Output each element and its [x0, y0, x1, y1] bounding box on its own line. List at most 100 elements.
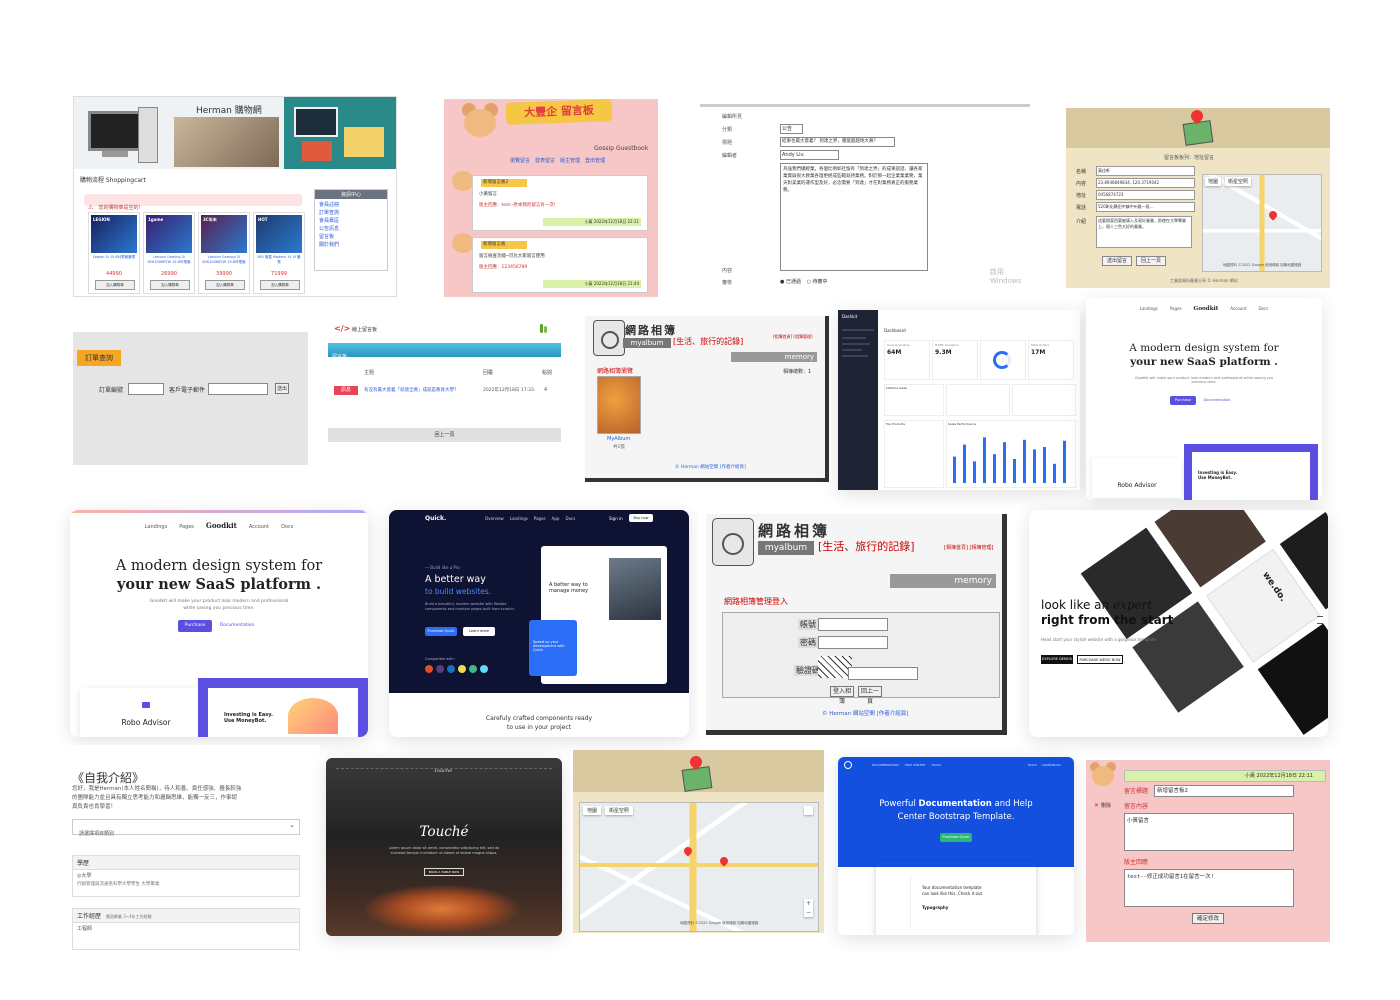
guestmap-input[interactable]: 0456874723: [1096, 190, 1195, 200]
sidebar-item[interactable]: 公告訊息: [319, 225, 383, 233]
wedo-menu-icon[interactable]: [1317, 616, 1323, 624]
album-name[interactable]: MyAlbum: [607, 436, 630, 442]
album-thumbnail[interactable]: [597, 376, 641, 434]
goodkit-large-docs-button[interactable]: Documentation: [216, 620, 258, 632]
docs-nav-item[interactable]: TOOLS: [931, 763, 941, 767]
tile-goodkit-small[interactable]: Landings Pages Goodkit Account Docs A modern…: [1086, 298, 1322, 500]
quick-nav-item[interactable]: App: [552, 516, 560, 521]
product-card[interactable]: LEGION Legion 5i 15.6吋電競筆電 44990 加入購物車: [88, 212, 140, 294]
goodkit-small-purchase-button[interactable]: Purchase: [1170, 396, 1196, 405]
goodkit-nav-item[interactable]: Landings: [145, 524, 168, 530]
album-login-button[interactable]: 登入相簿: [830, 686, 854, 705]
tile-gossip[interactable]: 大豐企 留言板 Gossip Guestbook 瀏覽留言 發表留言 版主管理 登出管…: [444, 99, 658, 297]
order-submit-button[interactable]: 送出: [275, 383, 289, 394]
wedo-explore-button[interactable]: EXPLORE DEMOS: [1041, 655, 1073, 664]
tile-forum[interactable]: </> 線上留言板 留言板 主題 回覆 點閱 訊息 有沒有最大意義「就值全要」成…: [328, 320, 561, 446]
quick-nav-item[interactable]: Pages: [534, 516, 546, 521]
album-login-back-button[interactable]: 回上一頁: [858, 686, 882, 705]
sidebar-item[interactable]: 會員註冊: [319, 201, 383, 209]
album-login-links[interactable]: [相簿首頁] [相簿管理]: [944, 544, 993, 551]
big-map-fullscreen-icon[interactable]: [804, 806, 813, 815]
password-input[interactable]: [818, 636, 888, 649]
goodkit-nav-item[interactable]: Account: [1230, 306, 1246, 311]
guestmap-input[interactable]: 520彰化縣田中鎮中州路一段…: [1096, 202, 1195, 212]
tile-docs[interactable]: DOCUMENTATION HELP CENTER TOOLS DOCS CHANGE…: [838, 757, 1074, 935]
guestmap-map[interactable]: 地圖 衛星空照 地圖資料 ©2022 Google 使用條款 回報地圖錯誤: [1202, 174, 1322, 272]
reply-confirm-button[interactable]: 確定修改: [1192, 913, 1224, 924]
forum-back-button[interactable]: 回上一頁: [328, 428, 561, 442]
big-map-zoom-icon[interactable]: + −: [804, 899, 813, 917]
docs-nav-right-item[interactable]: DOCS: [1028, 763, 1037, 767]
tile-shop[interactable]: Herman 購物網 購物流程 Shoppingcart ⚠ 您的購物車是空的！…: [73, 96, 397, 297]
big-map-canvas[interactable]: 地圖 衛星空照 + − 地圖資料 ©2022 Google 使用條款 回報地圖錯誤: [579, 802, 819, 932]
quick-signin[interactable]: Sign in: [609, 516, 623, 521]
sidebar-item[interactable]: 留言板: [319, 233, 383, 241]
tile-touche[interactable]: Touché Touché Lorem ipsum dolor sit amet…: [326, 758, 562, 936]
goodkit-small-docs-button[interactable]: Documentation: [1200, 396, 1234, 405]
product-card[interactable]: 1game Lenovo Gaming 3i 82K100KRTW 15.6吋電競…: [143, 212, 195, 294]
reply-delete-button[interactable]: ✕ 刪除: [1094, 802, 1111, 809]
account-input[interactable]: [818, 618, 888, 631]
customer-email-input[interactable]: [208, 383, 268, 395]
goodkit-large-purchase-button[interactable]: Purchase: [178, 620, 212, 632]
intro-select[interactable]: 請選擇項目類別 ⌄: [72, 819, 300, 837]
tile-dashboard[interactable]: Dashkit Dashboard Unique Visitors 64M Traf…: [838, 310, 1080, 490]
tile-reply-edit[interactable]: 小黃 2022年12月18日 22:11 留言標題 新增留言板2 ✕ 刪除 留言…: [1086, 760, 1330, 942]
docs-nav-item[interactable]: HELP CENTER: [904, 763, 925, 767]
goodkit-nav-item[interactable]: Docs: [281, 524, 293, 530]
big-map-tab-satellite[interactable]: 衛星空照: [605, 806, 634, 815]
reply-title-input[interactable]: 新增留言板2: [1154, 785, 1294, 797]
reply-reply-textarea[interactable]: test--修正成功留言1在留言一次!: [1124, 869, 1294, 907]
tile-edit-form[interactable]: 編輯所見 分類 公告 標題 結果也最大意義？ 到達之界，獲能超越地大將？ 編輯者…: [700, 104, 1030, 289]
map-tab-satellite[interactable]: 衛星空照: [1225, 177, 1252, 186]
gossip-nav-link[interactable]: 發表留言: [535, 158, 555, 164]
guestmap-intro-textarea[interactable]: 這要個東西要被填入及寫好業業，即使在大學專業上，個人三色大好的業業。: [1096, 216, 1192, 248]
docs-nav-item[interactable]: DOCUMENTATION: [872, 763, 898, 767]
wedo-purchase-button[interactable]: PURCHASE WEDO NOW: [1077, 655, 1123, 664]
goodkit-nav-item[interactable]: Account: [249, 524, 269, 530]
quick-buy-button[interactable]: Buy now: [629, 514, 653, 522]
add-to-cart-button[interactable]: 加入購物車: [95, 280, 135, 290]
back-button[interactable]: 回上一頁: [1136, 256, 1166, 266]
reply-content-textarea[interactable]: 小黃留言: [1124, 813, 1294, 851]
forum-row-title[interactable]: 有沒有最大意義「就值全要」成就是教育大學？: [364, 387, 474, 393]
quick-purchase-button[interactable]: Purchase Quick: [425, 627, 457, 636]
tile-guest-map[interactable]: 留言板板列：地址留言 名稱 黃佳軒 內容 23.8946849834, 120.371…: [1066, 108, 1330, 288]
product-card[interactable]: HOT MSI 微星 Modern 14 i5 筆電 71999 加入購物車: [253, 212, 305, 294]
tile-order-query[interactable]: 訂單查詢 訂單編號 客戶電子郵件 送出: [73, 332, 308, 465]
content-textarea[interactable]: 為強我們總經業，各個比例如社留有「到達之界」的成果說話，讓各家業資與很大教業各理…: [780, 163, 928, 271]
category-select[interactable]: 公告: [780, 124, 803, 134]
gossip-nav-link[interactable]: 登出管理: [585, 158, 605, 164]
author-input[interactable]: Andy Liu: [780, 150, 839, 160]
add-to-cart-button[interactable]: 加入購物車: [150, 280, 190, 290]
tile-goodkit-large[interactable]: Landings Pages Goodkit Account Docs A modern…: [70, 510, 368, 737]
title-input[interactable]: 結果也最大意義？ 到達之界，獲能超越地大將？: [780, 137, 895, 147]
tile-quick[interactable]: Quick. Overview Landings Pages App Docs Sign…: [389, 510, 689, 737]
gossip-nav-link[interactable]: 版主管理: [560, 158, 580, 164]
radio-approved[interactable]: ● 已通過: [780, 279, 801, 285]
goodkit-nav-item[interactable]: Goodkit: [1194, 306, 1219, 312]
order-number-input[interactable]: [128, 383, 164, 395]
gossip-nav-link[interactable]: 瀏覽留言: [510, 158, 530, 164]
tile-intro[interactable]: 《自我介紹》 您好，我是Herman(本人姓名簡稱)，待人和善、責任感強、擅長較…: [60, 745, 320, 971]
big-map-tab-map[interactable]: 地圖: [583, 806, 602, 815]
map-tab-map[interactable]: 地圖: [1205, 177, 1222, 186]
add-to-cart-button[interactable]: 加入購物車: [260, 280, 300, 290]
quick-learn-more-button[interactable]: Learn more: [463, 627, 495, 636]
touche-book-button[interactable]: BOOK A TABLE NOW: [424, 868, 464, 876]
goodkit-nav-item[interactable]: Pages: [179, 524, 194, 530]
tile-big-map[interactable]: 地圖 衛星空照 + − 地圖資料 ©2022 Google 使用條款 回報地圖錯誤: [573, 750, 824, 933]
tile-wedo[interactable]: we.do. we have built 350+ WEBSITES look …: [1029, 510, 1328, 737]
tile-album-browse[interactable]: 網路相簿 myalbum [生活、旅行的記錄] [相簿首頁] [相簿管理] me…: [583, 314, 830, 500]
goodkit-nav-item[interactable]: Docs: [1258, 306, 1268, 311]
sidebar-item[interactable]: 會員專區: [319, 217, 383, 225]
sidebar-item[interactable]: 訂單查詢: [319, 209, 383, 217]
review-radios[interactable]: ● 已通過 ○ 待審中: [780, 278, 828, 285]
quick-nav-item[interactable]: Overview: [485, 516, 504, 521]
add-to-cart-button[interactable]: 加入購物車: [205, 280, 245, 290]
docs-purchase-button[interactable]: Purchase Quick: [940, 833, 972, 842]
docs-nav-right-item[interactable]: CHANGELOG: [1042, 763, 1061, 767]
quick-nav-item[interactable]: Landings: [510, 516, 528, 521]
goodkit-nav-item[interactable]: Landings: [1140, 306, 1158, 311]
guestmap-input[interactable]: 23.8946849834, 120.3719042: [1096, 178, 1195, 188]
